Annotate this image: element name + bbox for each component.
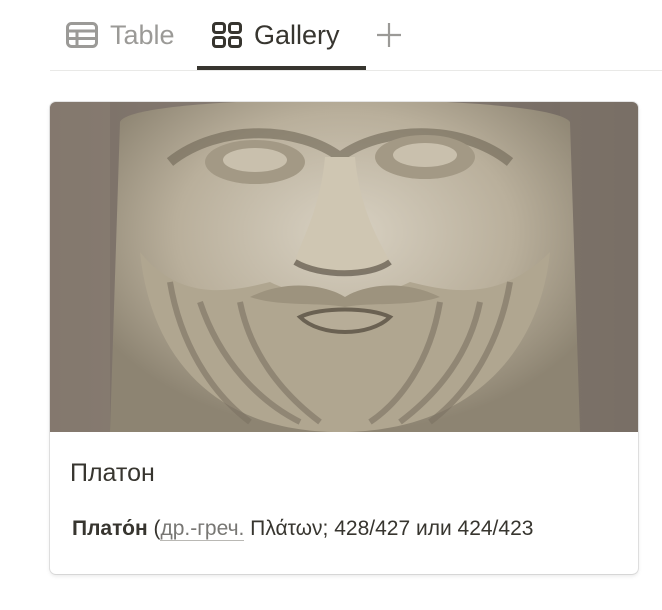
excerpt-link[interactable]: др.-греч. (160, 517, 245, 541)
card-excerpt: Плато́н (др.-греч. Πλάτων; 428/427 или 4… (72, 514, 638, 544)
view-tabs-bar: Table Gallery (50, 0, 662, 71)
tab-gallery[interactable]: Gallery (212, 0, 340, 70)
tab-gallery-label: Gallery (254, 19, 340, 50)
gallery-icon (212, 22, 242, 48)
active-tab-indicator (197, 66, 366, 70)
table-icon (66, 22, 98, 48)
plus-icon (375, 21, 403, 49)
excerpt-bold-name: Плато́н (72, 517, 148, 540)
card-title: Платон (70, 459, 155, 487)
gallery-card[interactable]: Платон Плато́н (др.-греч. Πλάτων; 428/42… (50, 102, 638, 574)
card-cover-image (50, 102, 638, 432)
tab-table[interactable]: Table (66, 0, 175, 70)
excerpt-rest: Πλάτων; 428/427 или 424/423 (244, 517, 534, 540)
add-view-button[interactable] (375, 0, 415, 70)
tab-table-label: Table (110, 19, 175, 50)
